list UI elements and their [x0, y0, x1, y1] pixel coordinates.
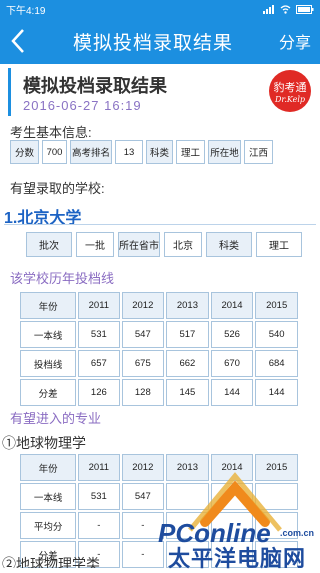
table-cell: 一本线	[20, 483, 77, 510]
schools-label: 有望录取的学校:	[10, 181, 105, 196]
table-header-cell: 2014	[210, 292, 254, 319]
score-value: 700	[42, 140, 67, 164]
brand-logo: 豹考通 Dr.Kelp	[269, 70, 311, 112]
table-row: 分差 126 128 145 144 144	[20, 379, 298, 406]
chevron-left-icon	[11, 29, 24, 53]
table-cell: 平均分	[20, 512, 77, 539]
status-bar: 下午4:19	[0, 0, 320, 18]
location-value: 江西	[244, 140, 273, 164]
table-cell: 684	[255, 350, 298, 377]
batch-value: 一批	[76, 232, 114, 257]
major-title[interactable]: ①地球物理学	[2, 433, 86, 453]
table-cell: 517	[166, 321, 209, 348]
brand-logo-name: 豹考通	[273, 82, 307, 94]
table-header-cell: 2011	[78, 292, 120, 319]
table-header-cell: 年份	[20, 292, 77, 319]
history-table: 年份 2011 2012 2013 2014 2015 一本线 531 547 …	[18, 290, 300, 408]
battery-icon	[296, 4, 314, 14]
table-cell: 531	[78, 321, 120, 348]
nav-title: 模拟投档录取结果	[72, 32, 233, 54]
school-divider	[4, 224, 316, 225]
table-cell: 547	[121, 321, 165, 348]
back-button[interactable]	[0, 18, 36, 64]
rank-label: 高考排名	[70, 140, 112, 164]
rank-value: 13	[115, 140, 143, 164]
table-header-cell: 2012	[121, 292, 165, 319]
table-row: 投档线 657 675 662 670 684	[20, 350, 298, 377]
table-cell: 投档线	[20, 350, 77, 377]
table-cell: 675	[121, 350, 165, 377]
status-icons	[263, 4, 314, 14]
student-info-row: 分数 700 高考排名 13 科类 理工 所在地 江西	[10, 140, 273, 164]
table-header-cell: 2015	[255, 292, 298, 319]
category-label: 科类	[146, 140, 173, 164]
table-cell: 一本线	[20, 321, 77, 348]
table-header-cell: 年份	[20, 454, 77, 481]
batch-label: 批次	[26, 232, 72, 257]
table-row: 一本线 531 547 517 526 540	[20, 321, 298, 348]
status-time: 下午4:19	[6, 5, 46, 17]
table-cell: 144	[255, 379, 298, 406]
watermark-domain: .com.cn	[280, 528, 315, 538]
watermark-sub: 太平洋电脑网	[168, 546, 307, 571]
signal-icon	[263, 4, 274, 14]
province-value: 北京	[164, 232, 202, 257]
table-cell: 128	[121, 379, 165, 406]
table-cell: 144	[210, 379, 254, 406]
table-cell: 670	[210, 350, 254, 377]
majors-label: 有望进入的专业	[10, 411, 102, 426]
table-cell: 145	[166, 379, 209, 406]
student-info-label: 考生基本信息:	[10, 125, 92, 140]
next-major-title[interactable]: ②地球物理学类	[2, 554, 100, 568]
table-header-cell: 2011	[78, 454, 120, 481]
table-cell: -	[78, 512, 120, 539]
table-cell: 126	[78, 379, 120, 406]
wifi-icon	[280, 4, 291, 14]
share-button[interactable]: 分享	[270, 29, 320, 53]
school-info-row: 批次 一批 所在省市 北京 科类 理工	[26, 232, 302, 257]
nav-bar: 模拟投档录取结果 分享	[0, 18, 320, 64]
category-value: 理工	[176, 140, 205, 164]
school-category-value: 理工	[256, 232, 302, 257]
brand-logo-sub: Dr.Kelp	[274, 95, 306, 104]
table-cell: 分差	[20, 379, 77, 406]
province-label: 所在省市	[118, 232, 160, 257]
page-title: 模拟投档录取结果	[23, 76, 167, 96]
history-label: 该学校历年投档线	[10, 271, 115, 286]
table-cell: 662	[166, 350, 209, 377]
table-cell: 657	[78, 350, 120, 377]
location-label: 所在地	[208, 140, 241, 164]
school-category-label: 科类	[206, 232, 252, 257]
table-cell: 526	[210, 321, 254, 348]
result-date: 2016-06-27 16:19	[23, 98, 142, 113]
table-cell: 540	[255, 321, 298, 348]
table-header-row: 年份 2011 2012 2013 2014 2015	[20, 292, 298, 319]
table-header-cell: 2013	[166, 292, 209, 319]
table-cell: 531	[78, 483, 120, 510]
score-label: 分数	[10, 140, 39, 164]
